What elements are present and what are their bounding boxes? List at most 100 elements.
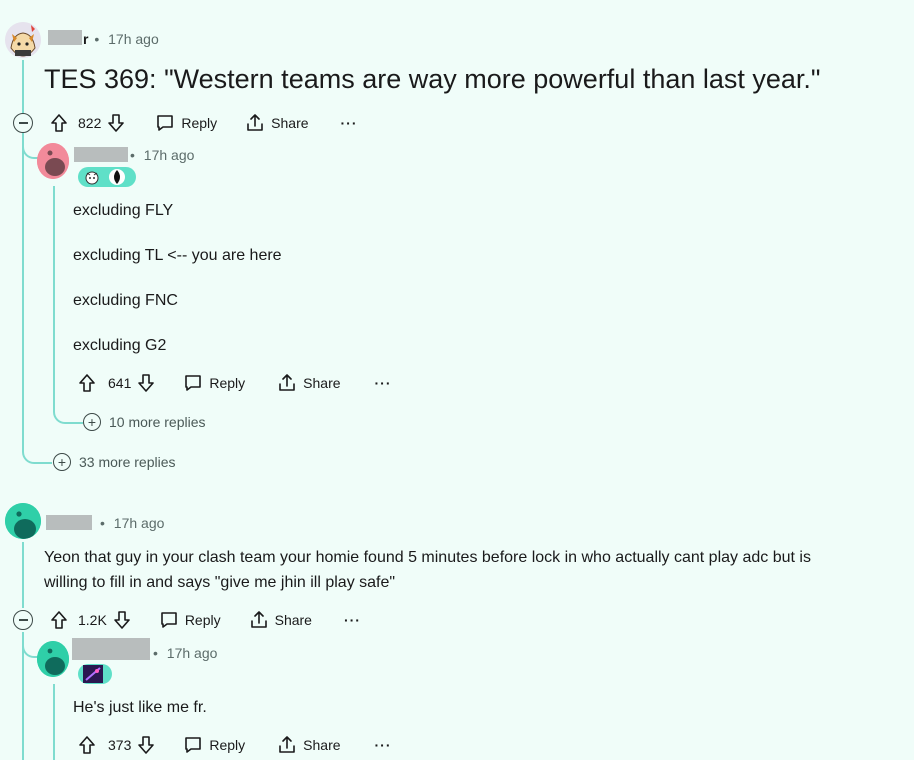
- avatar[interactable]: [37, 143, 69, 179]
- avatar[interactable]: [37, 641, 69, 677]
- username-redaction: [48, 30, 82, 45]
- champion-flair-icon: [83, 665, 103, 683]
- comment-body-line: excluding FNC: [73, 292, 178, 309]
- share-icon: [250, 611, 267, 628]
- comment-body-line: excluding TL <-- you are here: [73, 247, 282, 264]
- thread-line-reply2[interactable]: [53, 684, 55, 760]
- more-replies-link[interactable]: + 10 more replies: [83, 413, 206, 431]
- comment-meta: • 17h ago: [128, 147, 194, 163]
- username-redaction: [72, 638, 150, 660]
- more-options-button[interactable]: ···: [344, 612, 361, 628]
- share-label: Share: [271, 115, 309, 131]
- timestamp[interactable]: 17h ago: [114, 515, 165, 531]
- avatar[interactable]: [5, 22, 41, 58]
- user-flair: [78, 167, 136, 187]
- comment-meta: • 17h ago: [98, 515, 164, 531]
- comment-icon: [185, 375, 202, 391]
- downvote-button[interactable]: [137, 735, 155, 755]
- share-label: Share: [303, 375, 341, 391]
- thread-elbow-reply1: [22, 135, 38, 159]
- comment-body: He's just like me fr.: [73, 699, 207, 716]
- meta-separator: •: [94, 31, 100, 47]
- more-options-button[interactable]: ···: [375, 737, 392, 753]
- downvote-button[interactable]: [113, 610, 131, 630]
- comment-actions: 373 Reply Share ···: [78, 733, 392, 757]
- share-button[interactable]: Share: [245, 113, 309, 133]
- downvote-button[interactable]: [137, 373, 155, 393]
- upvote-button[interactable]: [78, 735, 96, 755]
- vote-count: 373: [108, 737, 132, 753]
- reply-label: Reply: [184, 612, 221, 628]
- user-flair: [78, 664, 112, 684]
- meta-separator: •: [100, 515, 105, 531]
- comment-body-line: willing to fill in and says "give me jhi…: [44, 574, 396, 591]
- plus-circle-icon: +: [53, 453, 71, 471]
- username-redaction: [74, 147, 128, 162]
- thread-line-comment2[interactable]: [22, 542, 24, 608]
- ellipsis-icon: ···: [340, 115, 358, 131]
- snoo-avatar-icon: [37, 641, 69, 677]
- comment-actions: 822 Reply Share ···: [50, 111, 358, 135]
- comment-meta: • 17h ago: [151, 645, 217, 661]
- comment-actions: 641 Reply Share ···: [78, 371, 392, 395]
- meta-separator: •: [130, 147, 135, 163]
- snoo-avatar-icon: [5, 503, 41, 539]
- poro-avatar-icon: [5, 22, 41, 58]
- arrow-down-icon: [138, 374, 155, 392]
- timestamp[interactable]: 17h ago: [144, 147, 195, 163]
- comment-icon: [185, 737, 202, 753]
- username[interactable]: r: [83, 31, 88, 47]
- ellipsis-icon: ···: [374, 737, 392, 753]
- meta-separator: •: [153, 645, 158, 661]
- share-button[interactable]: Share: [277, 735, 341, 755]
- timestamp[interactable]: 17h ago: [167, 645, 218, 661]
- more-options-button[interactable]: ···: [341, 115, 358, 131]
- share-label: Share: [274, 612, 312, 628]
- more-replies-label: 10 more replies: [109, 414, 206, 430]
- comment-icon: [157, 115, 174, 131]
- vote-count: 1.2K: [78, 612, 107, 628]
- avatar[interactable]: [5, 503, 41, 539]
- thread-line-reply1[interactable]: [53, 186, 55, 408]
- ellipsis-icon: ···: [343, 612, 361, 628]
- comment-actions: 1.2K Reply Share ···: [50, 608, 361, 632]
- comment-meta: r • 17h ago: [83, 31, 159, 47]
- share-label: Share: [303, 737, 341, 753]
- comment-body-line: Yeon that guy in your clash team your ho…: [44, 549, 811, 566]
- downvote-button[interactable]: [107, 113, 125, 133]
- reply-label: Reply: [181, 115, 218, 131]
- reply-label: Reply: [209, 737, 246, 753]
- arrow-up-icon: [51, 114, 67, 132]
- upvote-button[interactable]: [78, 373, 96, 393]
- reply-button[interactable]: Reply: [155, 113, 217, 133]
- reply-button[interactable]: Reply: [183, 373, 245, 393]
- more-replies-label: 33 more replies: [79, 454, 176, 470]
- thread-elbow-more-replies: [22, 440, 52, 464]
- share-icon: [279, 736, 295, 753]
- collapse-thread-button[interactable]: [13, 113, 33, 133]
- reply-button[interactable]: Reply: [183, 735, 245, 755]
- comment-body: TES 369: "Western teams are way more pow…: [44, 64, 821, 94]
- thread-elbow-reply-more: [53, 400, 83, 424]
- username-redaction: [46, 515, 92, 530]
- share-icon: [279, 374, 295, 391]
- poro-flair-icon: [85, 171, 99, 185]
- reply-button[interactable]: Reply: [159, 610, 221, 630]
- collapse-thread-button[interactable]: [13, 610, 33, 630]
- comment-body-line: excluding FLY: [73, 202, 174, 219]
- more-replies-link[interactable]: + 33 more replies: [53, 453, 176, 471]
- timestamp[interactable]: 17h ago: [108, 31, 159, 47]
- team-logo-flair-icon: [109, 169, 125, 185]
- upvote-button[interactable]: [50, 610, 68, 630]
- ellipsis-icon: ···: [374, 375, 392, 391]
- more-options-button[interactable]: ···: [375, 375, 392, 391]
- thread-elbow-reply2: [22, 632, 38, 658]
- upvote-button[interactable]: [50, 113, 68, 133]
- arrow-down-icon: [114, 611, 130, 629]
- share-button[interactable]: Share: [277, 373, 341, 393]
- reply-label: Reply: [209, 375, 246, 391]
- arrow-down-icon: [108, 114, 125, 132]
- comment-icon: [161, 612, 177, 628]
- share-button[interactable]: Share: [249, 610, 312, 630]
- comment-body-line: excluding G2: [73, 337, 167, 354]
